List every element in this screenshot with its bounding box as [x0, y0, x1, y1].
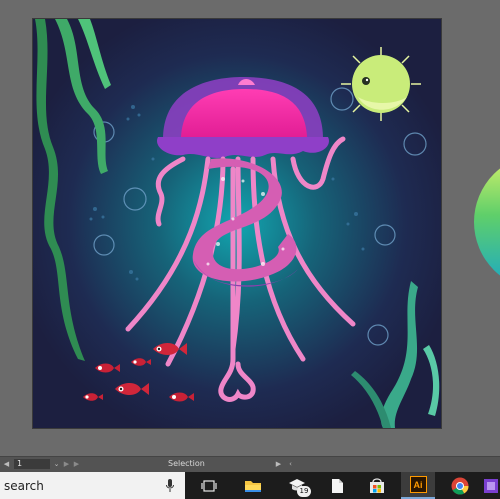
offboard-gradient-shape[interactable]: [472, 152, 500, 292]
task-view-button[interactable]: [192, 472, 226, 499]
app-icon: [484, 478, 498, 493]
illustrator-pasteboard[interactable]: [0, 0, 500, 456]
folder-icon: [245, 481, 261, 492]
file-explorer-button[interactable]: [236, 472, 270, 499]
illustrator-taskbar-button[interactable]: Ai: [401, 472, 435, 499]
overflow-app-button[interactable]: [482, 472, 500, 499]
task-view-icon: [201, 479, 217, 492]
scroll-left-icon[interactable]: ‹: [286, 459, 295, 469]
microphone-icon[interactable]: [166, 479, 174, 493]
artboard-dropdown-icon[interactable]: ⌄: [52, 459, 61, 469]
search-placeholder: search: [4, 479, 44, 493]
last-artboard-icon[interactable]: ▶: [72, 459, 81, 469]
jellyfish-artwork: [33, 19, 441, 428]
shopping-bag-icon: [370, 478, 384, 493]
artboard-number-field[interactable]: 1: [14, 459, 50, 469]
illustrator-icon: Ai: [409, 476, 427, 493]
status-bar: ◀ 1 ⌄ ▶ ▶ Selection ▶ ‹: [0, 456, 500, 472]
illustrator-icon-label: Ai: [413, 479, 423, 490]
taskbar-search-box[interactable]: search: [0, 472, 185, 499]
store-button[interactable]: 19: [280, 472, 314, 499]
document-icon: [331, 478, 343, 493]
current-tool-label: Selection: [168, 459, 205, 468]
windows-taskbar: search 19 Ai: [0, 472, 500, 499]
tool-menu-icon[interactable]: ▶: [274, 459, 283, 469]
chrome-icon: [451, 477, 469, 495]
microsoft-store-button[interactable]: [360, 472, 394, 499]
notification-badge: 19: [297, 486, 311, 497]
first-artboard-icon[interactable]: ◀: [2, 459, 11, 469]
artboard-jellyfish-illustration[interactable]: [33, 19, 441, 428]
chrome-button[interactable]: [443, 472, 477, 499]
next-artboard-icon[interactable]: ▶: [62, 459, 71, 469]
document-button[interactable]: [320, 472, 354, 499]
